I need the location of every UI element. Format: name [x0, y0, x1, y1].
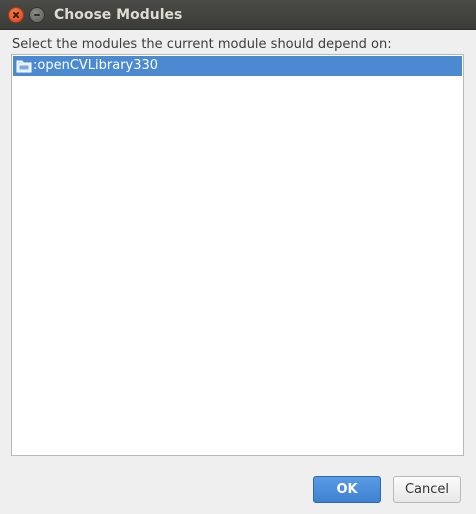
close-window-button[interactable] — [8, 7, 24, 23]
cancel-button[interactable]: Cancel — [393, 476, 461, 503]
folder-icon — [16, 59, 32, 73]
module-list[interactable]: :openCVLibrary330 — [11, 54, 464, 456]
ok-button[interactable]: OK — [313, 476, 381, 503]
module-label: :openCVLibrary330 — [33, 58, 159, 73]
module-list-item[interactable]: :openCVLibrary330 — [13, 56, 462, 76]
window-title: Choose Modules — [54, 7, 183, 23]
choose-modules-dialog: Choose Modules Select the modules the cu… — [0, 0, 476, 514]
title-bar[interactable]: Choose Modules — [0, 0, 476, 30]
instruction-text: Select the modules the current module sh… — [12, 37, 392, 52]
minimize-window-button[interactable] — [29, 7, 45, 23]
